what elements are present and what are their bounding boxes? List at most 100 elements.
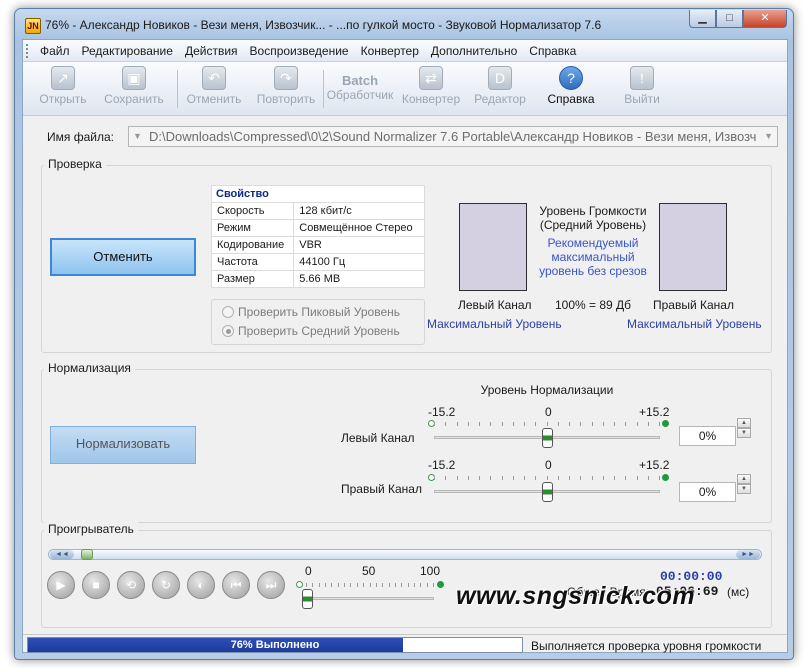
slider-tick — [490, 422, 491, 426]
slider-tick — [558, 476, 559, 480]
slider-tick — [363, 583, 364, 587]
slider-tick — [547, 476, 548, 480]
slider-tick — [401, 583, 402, 587]
radio-peak-level[interactable]: Проверить Пиковый Уровень — [222, 305, 400, 319]
cancel-check-button[interactable]: Отменить — [50, 238, 196, 276]
slider-tick — [414, 583, 415, 587]
help-question-icon: ? — [559, 66, 583, 90]
normalize-button[interactable]: Нормализовать — [50, 426, 196, 464]
radio-average-level[interactable]: Проверить Средний Уровень — [222, 324, 400, 338]
table-row: Размер 5.66 MB — [210, 270, 425, 288]
slider-tick — [580, 422, 581, 426]
menu-actions[interactable]: Действия — [179, 40, 244, 62]
maximize-button[interactable]: □ — [716, 10, 743, 28]
menu-playback[interactable]: Воспроизведение — [244, 40, 355, 62]
recommended-line-1: Рекомендуемый — [547, 236, 639, 250]
check-group-title: Проверка — [44, 157, 106, 171]
properties-table: Свойство Скорость 128 кбит/с Режим Совмещё… — [210, 185, 425, 288]
next-button[interactable]: ⏭ — [257, 571, 285, 599]
spin-down-icon[interactable]: ▼ — [737, 484, 751, 494]
seek-forward-icon[interactable]: ►► — [736, 550, 760, 559]
recommended-line-3: уровень без срезов — [539, 264, 647, 278]
converter-label: Конвертер — [401, 92, 461, 106]
menu-converter[interactable]: Конвертер — [355, 40, 425, 62]
spin-down-icon[interactable]: ▼ — [737, 428, 751, 438]
chevron-down-icon[interactable]: ▼ — [764, 127, 773, 146]
menu-grip — [26, 43, 34, 58]
radio-dot — [222, 306, 234, 318]
convert-arrows-icon: ⇄ — [419, 66, 443, 90]
slider-tick — [524, 476, 525, 480]
play-button[interactable]: ▶ — [47, 571, 75, 599]
player-controls: ▶ ■ ⟲ ↻ ◐ ⏮ ⏭ — [47, 571, 297, 601]
exit-button[interactable]: ! Выйти — [615, 64, 669, 114]
exit-label: Выйти — [624, 92, 660, 106]
redo-button[interactable]: ↷ Повторить — [255, 64, 317, 114]
volume-slider[interactable] — [304, 597, 434, 600]
refresh-button[interactable]: ↻ — [152, 571, 180, 599]
file-name-combo[interactable]: ▼ D:\Downloads\Compressed\0\2\Sound Norm… — [128, 126, 778, 147]
normalization-group: Нормализация Нормализовать Уровень Норма… — [41, 361, 772, 523]
slider-tick — [524, 422, 525, 426]
menu-file[interactable]: Файл — [34, 40, 76, 62]
spin-up-icon[interactable]: ▲ — [737, 418, 751, 428]
stop-button[interactable]: ■ — [82, 571, 110, 599]
editor-button[interactable]: D Редактор — [471, 64, 529, 114]
menu-help[interactable]: Справка — [523, 40, 582, 62]
prop-value: 5.66 MB — [293, 270, 425, 288]
menu-edit[interactable]: Редактирование — [76, 40, 179, 62]
slider-tick — [558, 422, 559, 426]
seek-rewind-icon[interactable]: ◄◄ — [50, 550, 74, 559]
file-path: D:\Downloads\Compressed\0\2\Sound Normal… — [149, 129, 757, 144]
left-norm-value-input[interactable]: 0% — [679, 426, 736, 446]
slider-tick — [376, 583, 377, 587]
repeat-button[interactable]: ⟲ — [117, 571, 145, 599]
watermark: www.sngsnick.com — [456, 582, 696, 610]
editor-icon: D — [488, 66, 512, 90]
volume-end-dot — [296, 581, 303, 588]
slider-tick — [344, 583, 345, 587]
toolbar: ↗ Открыть ▣ Сохранить ↶ Отменить ↷ Повто… — [23, 62, 787, 116]
seek-bar[interactable]: ◄◄ ►► — [48, 549, 762, 560]
right-channel-label: Правый Канал — [653, 298, 734, 312]
left-norm-spinner[interactable]: ▲ ▼ — [737, 418, 751, 438]
slider-tick — [445, 476, 446, 480]
minimize-button[interactable]: ▁ — [689, 10, 716, 28]
save-button[interactable]: ▣ Сохранить — [103, 64, 165, 114]
volume-end-dot — [437, 581, 444, 588]
sound-button[interactable]: ◐ — [187, 571, 215, 599]
help-button[interactable]: ? Справка — [543, 64, 599, 114]
prop-key: Размер — [210, 270, 295, 288]
batch-icon: Batch — [341, 73, 379, 88]
title-bar[interactable]: JN 76% - Александр Новиков - Вези меня, … — [15, 9, 793, 39]
right-scale-mid: 0 — [545, 458, 552, 472]
menu-extra[interactable]: Дополнительно — [425, 40, 523, 62]
volume-slider-thumb[interactable] — [302, 589, 313, 609]
right-norm-slider-thumb[interactable] — [542, 482, 553, 502]
max-level-left: Максимальный Уровень — [427, 317, 562, 331]
converter-button[interactable]: ⇄ Конвертер — [400, 64, 462, 114]
normalization-level-title: Уровень Нормализации — [480, 383, 614, 397]
left-slider-ticks — [434, 422, 660, 427]
right-norm-value-input[interactable]: 0% — [679, 482, 736, 502]
undo-button[interactable]: ↶ Отменить — [183, 64, 245, 114]
seek-thumb[interactable] — [81, 549, 93, 560]
batch-button[interactable]: Batch Обработчик — [326, 64, 394, 114]
previous-button[interactable]: ⏮ — [222, 571, 250, 599]
slider-tick — [659, 476, 660, 480]
save-disk-icon: ▣ — [122, 66, 146, 90]
slider-tick — [637, 476, 638, 480]
slider-tick — [468, 476, 469, 480]
left-norm-slider-thumb[interactable] — [542, 428, 553, 448]
slider-tick — [427, 583, 428, 587]
close-button[interactable]: ✕ — [743, 10, 787, 28]
save-label: Сохранить — [104, 92, 164, 106]
progress-bar: 76% Выполнено — [27, 637, 523, 653]
right-norm-spinner[interactable]: ▲ ▼ — [737, 474, 751, 494]
slider-tick — [434, 476, 435, 480]
spin-up-icon[interactable]: ▲ — [737, 474, 751, 484]
left-scale-mid: 0 — [545, 405, 552, 419]
file-name-label: Имя файла: — [47, 130, 114, 144]
exit-icon: ! — [630, 66, 654, 90]
open-button[interactable]: ↗ Открыть — [37, 64, 89, 114]
